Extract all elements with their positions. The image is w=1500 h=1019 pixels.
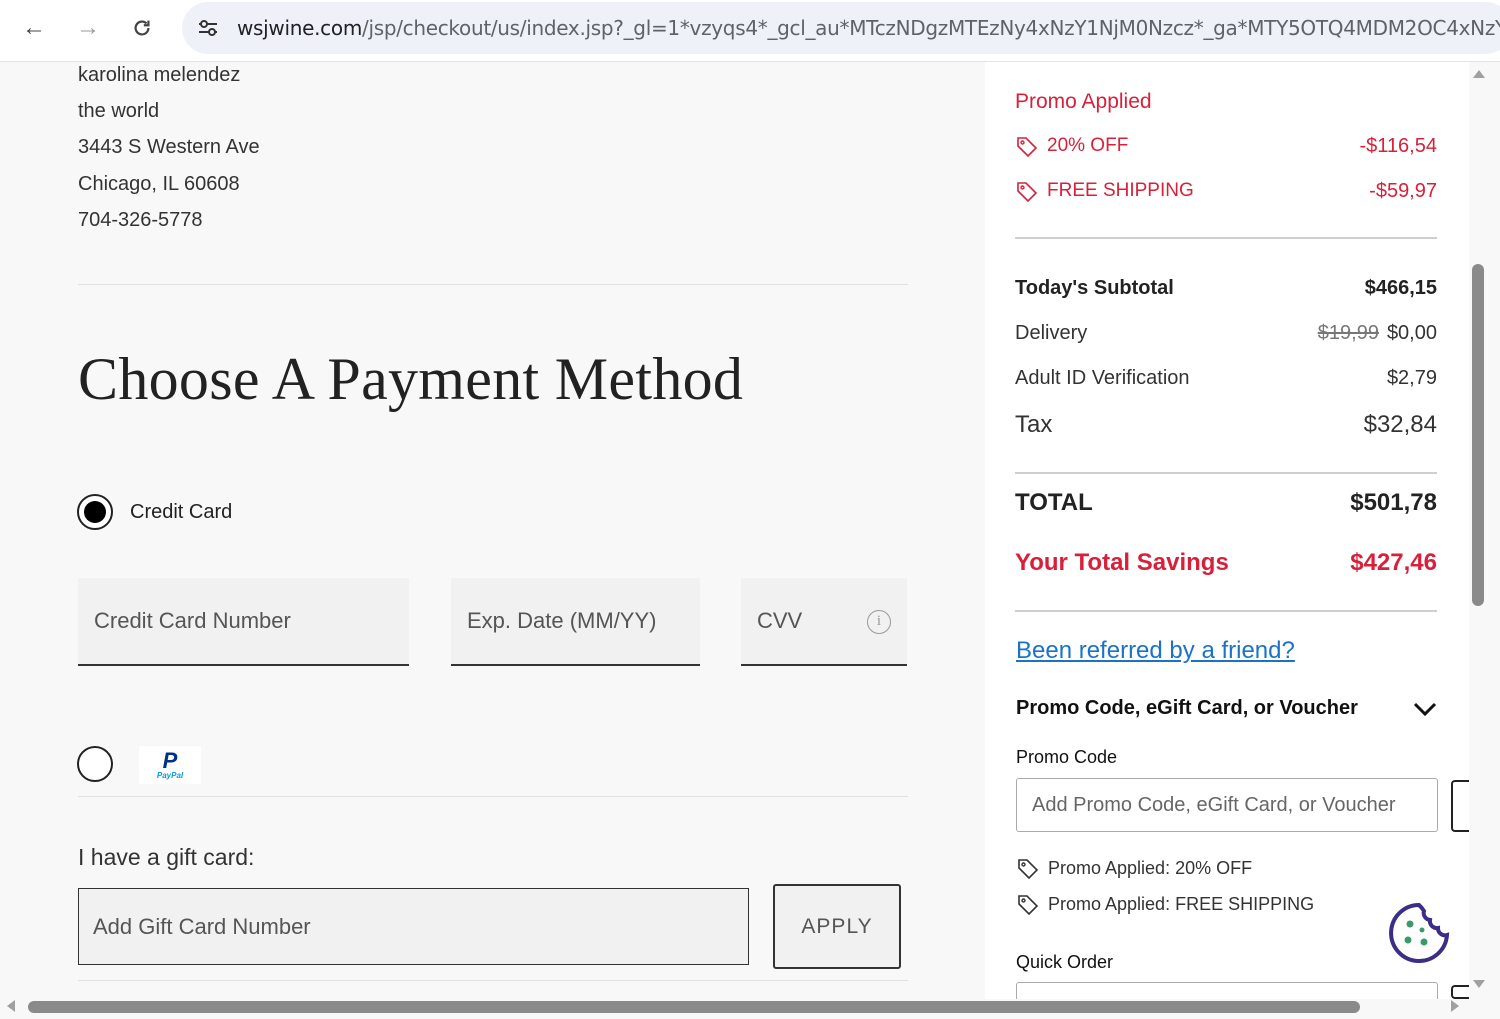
vertical-scrollbar[interactable] bbox=[1469, 62, 1500, 999]
applied-promo-line: Promo Applied: FREE SHIPPING bbox=[1016, 892, 1314, 916]
section-divider bbox=[78, 796, 908, 797]
promo-code-field[interactable] bbox=[1016, 778, 1438, 832]
discount-row: FREE SHIPPING -$59,97 bbox=[1015, 179, 1437, 203]
adult-id-value: $2,79 bbox=[1386, 367, 1437, 389]
total-label: TOTAL bbox=[1015, 489, 1093, 516]
gift-card-input[interactable] bbox=[79, 889, 748, 964]
address-phone: 704-326-5778 bbox=[78, 209, 203, 231]
applied-promo-line: Promo Applied: 20% OFF bbox=[1016, 856, 1252, 880]
exp-date-field[interactable] bbox=[451, 578, 700, 666]
back-arrow-icon[interactable]: ← bbox=[12, 8, 56, 48]
credit-card-radio[interactable] bbox=[77, 494, 113, 530]
promo-code-input[interactable] bbox=[1017, 779, 1437, 831]
discount-label: 20% OFF bbox=[1015, 134, 1128, 158]
card-number-input[interactable] bbox=[78, 578, 409, 664]
section-divider bbox=[78, 980, 908, 981]
cookie-settings-button[interactable] bbox=[1386, 900, 1452, 966]
summary-divider bbox=[1015, 610, 1437, 612]
discount-label: FREE SHIPPING bbox=[1015, 179, 1194, 203]
site-settings-icon[interactable] bbox=[196, 16, 220, 40]
discount-amount: -$116,54 bbox=[1359, 134, 1437, 157]
scroll-left-arrow-icon[interactable] bbox=[7, 1000, 15, 1012]
tag-icon bbox=[1018, 895, 1039, 916]
address-street: 3443 S Western Ave bbox=[78, 136, 260, 158]
total-value: $501,78 bbox=[1350, 489, 1437, 516]
card-number-field[interactable] bbox=[78, 578, 409, 666]
paypal-logo: P PayPal bbox=[139, 746, 201, 784]
quick-order-field[interactable] bbox=[1016, 982, 1438, 999]
forward-arrow-icon[interactable]: → bbox=[66, 8, 110, 48]
promo-apply-button[interactable] bbox=[1451, 780, 1471, 832]
apply-button[interactable]: APPLY bbox=[773, 884, 901, 969]
exp-date-input[interactable] bbox=[451, 578, 700, 664]
credit-card-label: Credit Card bbox=[130, 501, 233, 523]
paypal-radio[interactable] bbox=[77, 746, 113, 782]
tag-icon bbox=[1017, 137, 1038, 158]
savings-label: Your Total Savings bbox=[1015, 549, 1229, 576]
promo-section-toggle[interactable]: Promo Code, eGift Card, or Voucher bbox=[1016, 697, 1438, 720]
savings-row: Your Total Savings $427,46 bbox=[1015, 549, 1437, 577]
checkout-main: karolina melendez the world 3443 S Weste… bbox=[0, 62, 985, 999]
summary-divider bbox=[1015, 237, 1437, 239]
tag-icon bbox=[1017, 182, 1038, 203]
delivery-row: Delivery $19,99 $0,00 bbox=[1015, 322, 1437, 345]
discount-amount: -$59,97 bbox=[1369, 179, 1437, 202]
total-row: TOTAL $501,78 bbox=[1015, 489, 1437, 517]
summary-divider bbox=[1015, 472, 1437, 474]
tag-icon bbox=[1018, 859, 1039, 880]
savings-value: $427,46 bbox=[1350, 549, 1437, 576]
horizontal-scrollbar[interactable] bbox=[0, 999, 1500, 1019]
quick-order-label: Quick Order bbox=[1016, 952, 1114, 972]
scroll-down-arrow-icon[interactable] bbox=[1473, 980, 1485, 988]
adult-id-row: Adult ID Verification $2,79 bbox=[1015, 367, 1437, 390]
cookie-icon bbox=[1389, 902, 1450, 963]
promo-code-label: Promo Code bbox=[1016, 747, 1118, 767]
delivery-values: $19,99 $0,00 bbox=[1318, 322, 1437, 345]
tax-row: Tax $32,84 bbox=[1015, 411, 1437, 439]
tax-label: Tax bbox=[1015, 411, 1053, 438]
promo-applied-heading: Promo Applied bbox=[1015, 90, 1152, 113]
quick-order-button[interactable] bbox=[1451, 985, 1471, 999]
tax-value: $32,84 bbox=[1363, 411, 1437, 438]
cvv-field[interactable]: i bbox=[741, 578, 907, 666]
subtotal-label: Today's Subtotal bbox=[1015, 277, 1174, 299]
delivery-label: Delivery bbox=[1015, 322, 1088, 344]
browser-toolbar: ← → wsjwine.com/jsp/checkout/us/index.js… bbox=[0, 0, 1500, 62]
gift-card-label: I have a gift card: bbox=[78, 844, 255, 870]
discount-row: 20% OFF -$116,54 bbox=[1015, 134, 1437, 158]
subtotal-row: Today's Subtotal $466,15 bbox=[1015, 277, 1437, 300]
reload-icon[interactable] bbox=[120, 8, 164, 48]
promo-section-label: Promo Code, eGift Card, or Voucher bbox=[1016, 697, 1358, 719]
summary-cut-row bbox=[1015, 62, 1437, 66]
order-summary: Promo Applied 20% OFF -$116,54 FREE SHIP… bbox=[985, 62, 1469, 999]
address-city: Chicago, IL 60608 bbox=[78, 173, 240, 195]
delivery-price: $0,00 bbox=[1386, 322, 1437, 344]
subtotal-value: $466,15 bbox=[1364, 277, 1437, 299]
section-divider bbox=[78, 284, 908, 285]
page-title: Choose A Payment Method bbox=[78, 346, 744, 412]
referral-link[interactable]: Been referred by a friend? bbox=[1016, 637, 1295, 665]
scroll-up-arrow-icon[interactable] bbox=[1473, 70, 1485, 78]
address-company: the world bbox=[78, 100, 160, 122]
address-bar[interactable]: wsjwine.com/jsp/checkout/us/index.jsp?_g… bbox=[182, 2, 1500, 54]
url-text: wsjwine.com/jsp/checkout/us/index.jsp?_g… bbox=[237, 16, 1500, 40]
chevron-down-icon[interactable] bbox=[1412, 701, 1438, 717]
gift-card-field[interactable] bbox=[78, 888, 749, 965]
address-name: karolina melendez bbox=[78, 64, 241, 86]
info-icon[interactable]: i bbox=[867, 610, 891, 634]
horizontal-scroll-thumb[interactable] bbox=[28, 1001, 1360, 1013]
vertical-scroll-thumb[interactable] bbox=[1472, 264, 1484, 606]
scroll-right-arrow-icon[interactable] bbox=[1451, 1000, 1459, 1012]
adult-id-label: Adult ID Verification bbox=[1015, 367, 1190, 389]
delivery-old-price: $19,99 bbox=[1317, 322, 1379, 344]
